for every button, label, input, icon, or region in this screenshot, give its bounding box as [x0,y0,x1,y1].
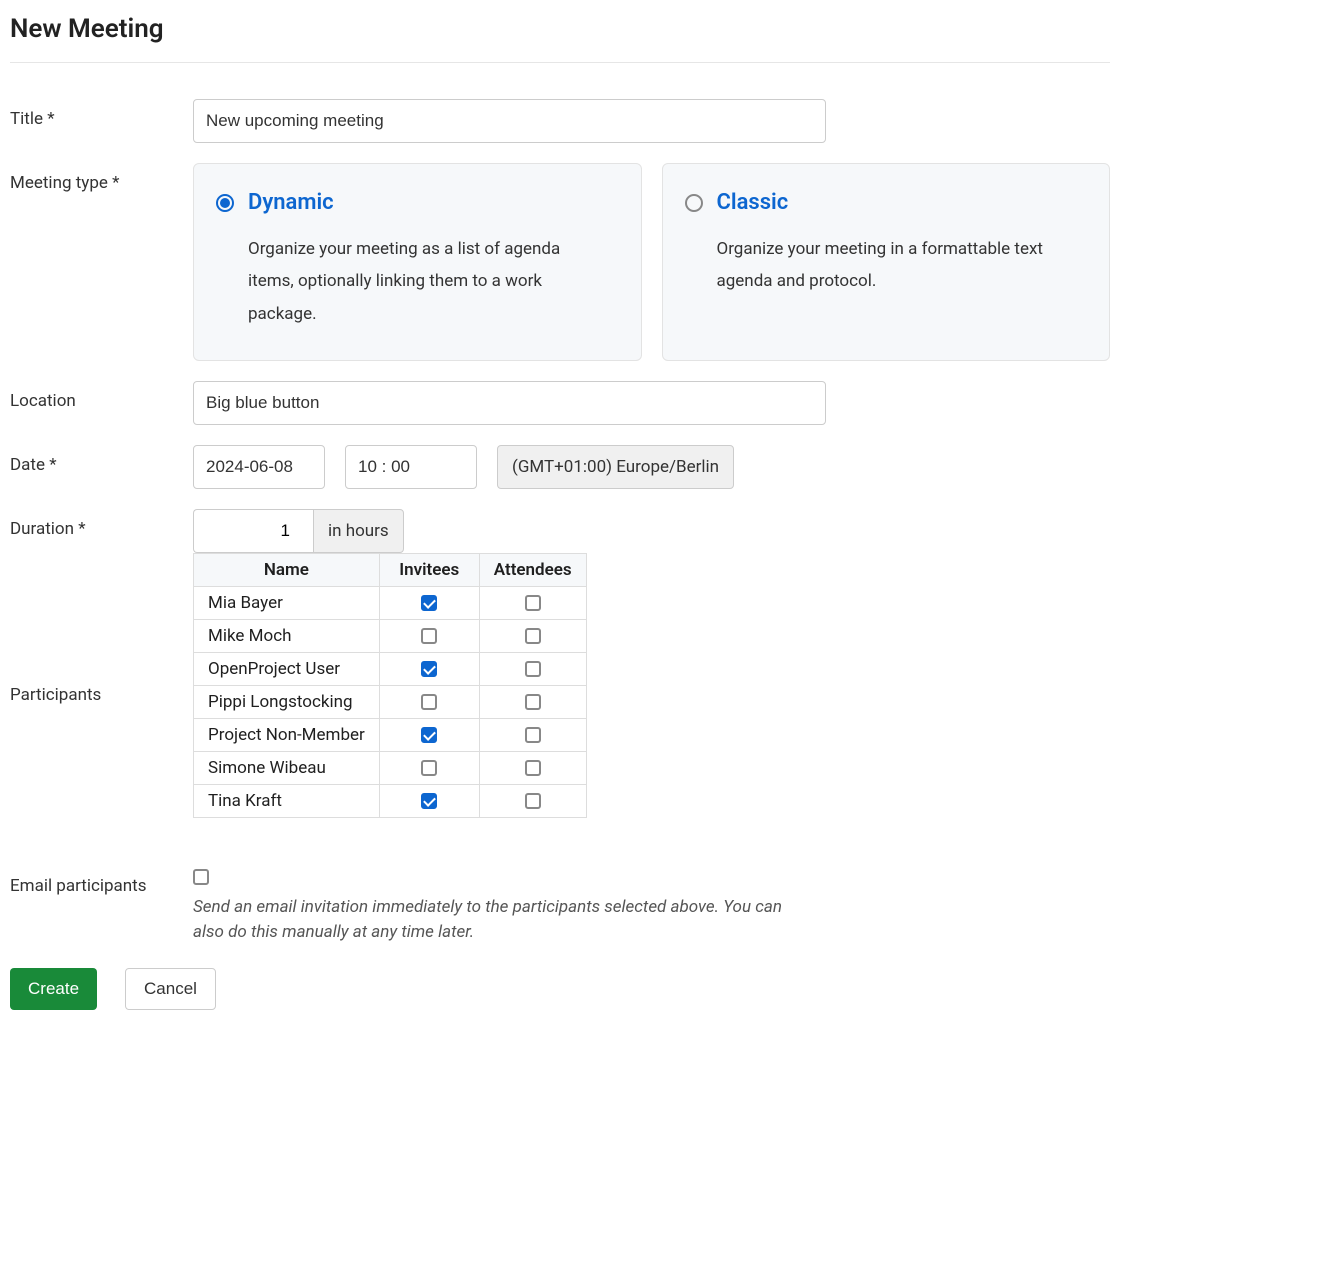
participant-name: OpenProject User [194,652,380,685]
location-label: Location [10,381,193,411]
table-row: Tina Kraft [194,784,587,817]
invitee-checkbox[interactable] [421,793,437,809]
time-input[interactable] [345,445,477,489]
location-input[interactable] [193,381,826,425]
participants-table: Name Invitees Attendees Mia BayerMike Mo… [193,553,587,818]
meeting-type-desc: Organize your meeting in a formattable t… [717,233,1072,298]
participant-name: Pippi Longstocking [194,685,380,718]
participant-name: Mike Moch [194,619,380,652]
meeting-type-title: Classic [717,190,789,215]
participant-name: Project Non-Member [194,718,380,751]
col-invitees: Invitees [379,553,479,586]
invitee-checkbox[interactable] [421,760,437,776]
table-row: Mia Bayer [194,586,587,619]
meeting-type-title: Dynamic [248,190,334,215]
meeting-type-classic[interactable]: Classic Organize your meeting in a format… [662,163,1111,361]
attendee-checkbox[interactable] [525,694,541,710]
meeting-type-label: Meeting type * [10,163,193,193]
participants-label: Participants [10,685,193,705]
duration-label: Duration * [10,509,193,539]
cancel-button[interactable]: Cancel [125,968,216,1010]
email-participants-checkbox[interactable] [193,869,209,885]
duration-unit: in hours [313,509,404,553]
invitee-checkbox[interactable] [421,661,437,677]
table-row: Simone Wibeau [194,751,587,784]
attendee-checkbox[interactable] [525,760,541,776]
invitee-checkbox[interactable] [421,694,437,710]
participant-name: Simone Wibeau [194,751,380,784]
participant-name: Tina Kraft [194,784,380,817]
email-participants-hint: Send an email invitation immediately to … [193,895,813,946]
duration-input[interactable] [193,509,313,553]
attendee-checkbox[interactable] [525,793,541,809]
divider [10,62,1110,63]
participant-name: Mia Bayer [194,586,380,619]
radio-icon[interactable] [216,194,234,212]
table-row: OpenProject User [194,652,587,685]
meeting-type-desc: Organize your meeting as a list of agend… [248,233,603,330]
table-row: Mike Moch [194,619,587,652]
invitee-checkbox[interactable] [421,628,437,644]
date-input[interactable] [193,445,325,489]
attendee-checkbox[interactable] [525,661,541,677]
invitee-checkbox[interactable] [421,595,437,611]
create-button[interactable]: Create [10,968,97,1010]
invitee-checkbox[interactable] [421,727,437,743]
attendee-checkbox[interactable] [525,727,541,743]
title-input[interactable] [193,99,826,143]
email-participants-label: Email participants [10,866,193,896]
date-label: Date * [10,445,193,475]
page-title: New Meeting [10,14,1110,44]
table-row: Pippi Longstocking [194,685,587,718]
table-row: Project Non-Member [194,718,587,751]
timezone-select[interactable]: (GMT+01:00) Europe/Berlin [497,445,734,489]
col-name: Name [194,553,380,586]
radio-icon[interactable] [685,194,703,212]
attendee-checkbox[interactable] [525,628,541,644]
title-label: Title * [10,99,193,129]
col-attendees: Attendees [479,553,586,586]
attendee-checkbox[interactable] [525,595,541,611]
meeting-type-dynamic[interactable]: Dynamic Organize your meeting as a list o… [193,163,642,361]
